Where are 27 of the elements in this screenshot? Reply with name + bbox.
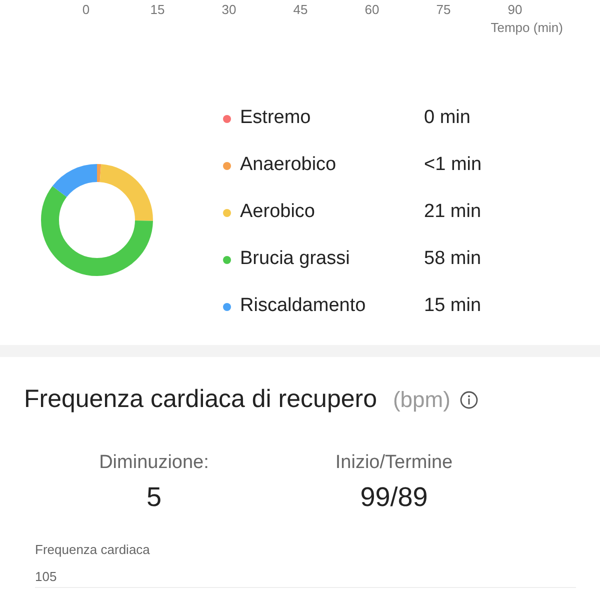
stat-value: 5 [146,481,162,514]
axis-tick-label: 75 [436,1,451,19]
zone-duration: <1 min [424,153,482,178]
unit-label: (bpm) [392,386,450,414]
zone-label: Aerobico [240,200,316,224]
info-icon[interactable] [460,390,478,409]
axis-title: Tempo (min) [490,19,563,37]
zone-label: Anaerobico [240,153,338,178]
zone-duration: 15 min [424,294,482,318]
zone-duration: 58 min [424,247,482,272]
axis-tick-label: 90 [508,1,522,19]
axis-tick-label: 15 [150,1,165,19]
axis-tick-label: 30 [222,1,236,19]
zone-label: Estremo [240,106,312,130]
stat-label: Inizio/Termine [335,450,453,474]
stat-value: 99/89 [360,481,428,514]
zone-duration: 0 min [424,106,470,130]
chart-axis-title: Frequenza cardiaca [35,540,151,559]
zone-duration: 21 min [424,200,482,224]
stat-label: Diminuzione: [99,450,209,474]
axis-tick-label: 45 [293,1,308,19]
axis-tick-label: 60 [364,1,380,19]
axis-tick-label: 105 [35,568,58,586]
section-title: Frequenza cardiaca di recupero [24,384,377,415]
axis-tick-label: 0 [82,1,90,19]
zone-label: Brucia grassi [240,247,351,272]
zone-label: Riscaldamento [240,294,367,318]
